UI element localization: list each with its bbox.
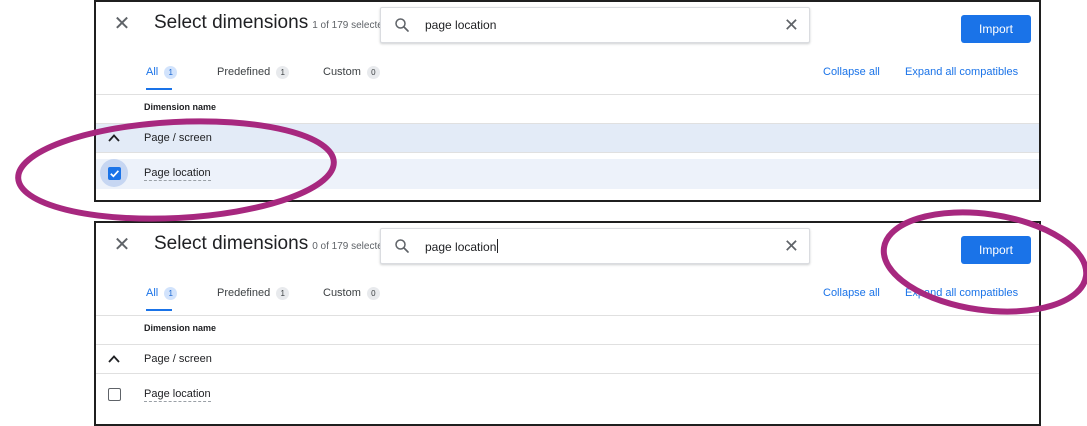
selected-count: 1 of 179 selected: [312, 20, 389, 31]
tab-predefined[interactable]: Predefined 1: [217, 287, 290, 300]
search-input[interactable]: page location ✕: [380, 7, 810, 43]
tab-bar: All 1 Predefined 1 Custom 0 Collapse all Ex…: [96, 283, 1039, 317]
tab-count-badge: 1: [276, 287, 290, 300]
active-tab-indicator: [146, 88, 172, 90]
group-label: Page / screen: [144, 132, 212, 144]
close-icon[interactable]: ✕: [112, 235, 132, 255]
import-button[interactable]: Import: [961, 15, 1031, 43]
tab-custom[interactable]: Custom 0: [323, 66, 380, 79]
tab-custom[interactable]: Custom 0: [323, 287, 380, 300]
group-row-page-screen[interactable]: Page / screen: [96, 344, 1039, 374]
dialog-header: ✕ Select dimensions 0 of 179 selected pag…: [96, 223, 1039, 267]
check-icon: [110, 170, 120, 178]
dimension-label: Page location: [144, 167, 211, 181]
checkbox-unchecked[interactable]: [108, 388, 121, 401]
select-dimensions-dialog-checked: ✕ Select dimensions 1 of 179 selected pag…: [94, 0, 1041, 202]
tab-count-badge: 1: [164, 287, 178, 300]
expand-all-link[interactable]: Expand all compatibles: [905, 66, 1018, 78]
dimension-row-page-location[interactable]: Page location: [96, 380, 1039, 410]
group-row-page-screen[interactable]: Page / screen: [96, 123, 1039, 153]
collapse-all-link[interactable]: Collapse all: [823, 66, 880, 78]
tab-count-badge: 1: [164, 66, 178, 79]
selected-count: 0 of 179 selected: [312, 241, 389, 252]
dialog-title: Select dimensions 0 of 179 selected: [154, 233, 389, 254]
tab-predefined[interactable]: Predefined 1: [217, 66, 290, 79]
tab-count-badge: 0: [366, 287, 380, 300]
divider: [96, 94, 1039, 95]
clear-search-icon[interactable]: ✕: [784, 236, 799, 256]
search-value: page location: [425, 240, 497, 254]
search-input[interactable]: page location ✕: [380, 228, 810, 264]
search-icon: [395, 239, 409, 253]
tab-all[interactable]: All 1: [146, 287, 178, 300]
dimension-row-page-location[interactable]: Page location: [96, 159, 1039, 189]
divider: [96, 315, 1039, 316]
group-label: Page / screen: [144, 353, 212, 365]
collapse-all-link[interactable]: Collapse all: [823, 287, 880, 299]
checkbox-checked[interactable]: [108, 167, 121, 180]
active-tab-indicator: [146, 309, 172, 311]
dialog-title: Select dimensions 1 of 179 selected: [154, 12, 389, 33]
tab-bar: All 1 Predefined 1 Custom 0 Collapse all Ex…: [96, 62, 1039, 96]
chevron-up-icon[interactable]: [106, 351, 122, 367]
import-button[interactable]: Import: [961, 236, 1031, 264]
tab-count-badge: 1: [276, 66, 290, 79]
search-icon: [395, 18, 409, 32]
expand-all-link[interactable]: Expand all compatibles: [905, 287, 1018, 299]
column-header: Dimension name: [144, 102, 217, 112]
select-dimensions-dialog-unchecked: ✕ Select dimensions 0 of 179 selected pag…: [94, 221, 1041, 426]
close-icon[interactable]: ✕: [112, 14, 132, 34]
column-header: Dimension name: [144, 323, 217, 333]
dialog-header: ✕ Select dimensions 1 of 179 selected pag…: [96, 2, 1039, 46]
dimension-label: Page location: [144, 388, 211, 402]
search-value: page location: [425, 18, 497, 32]
tab-count-badge: 0: [366, 66, 380, 79]
tab-all[interactable]: All 1: [146, 66, 178, 79]
clear-search-icon[interactable]: ✕: [784, 15, 799, 35]
chevron-up-icon[interactable]: [106, 130, 122, 146]
